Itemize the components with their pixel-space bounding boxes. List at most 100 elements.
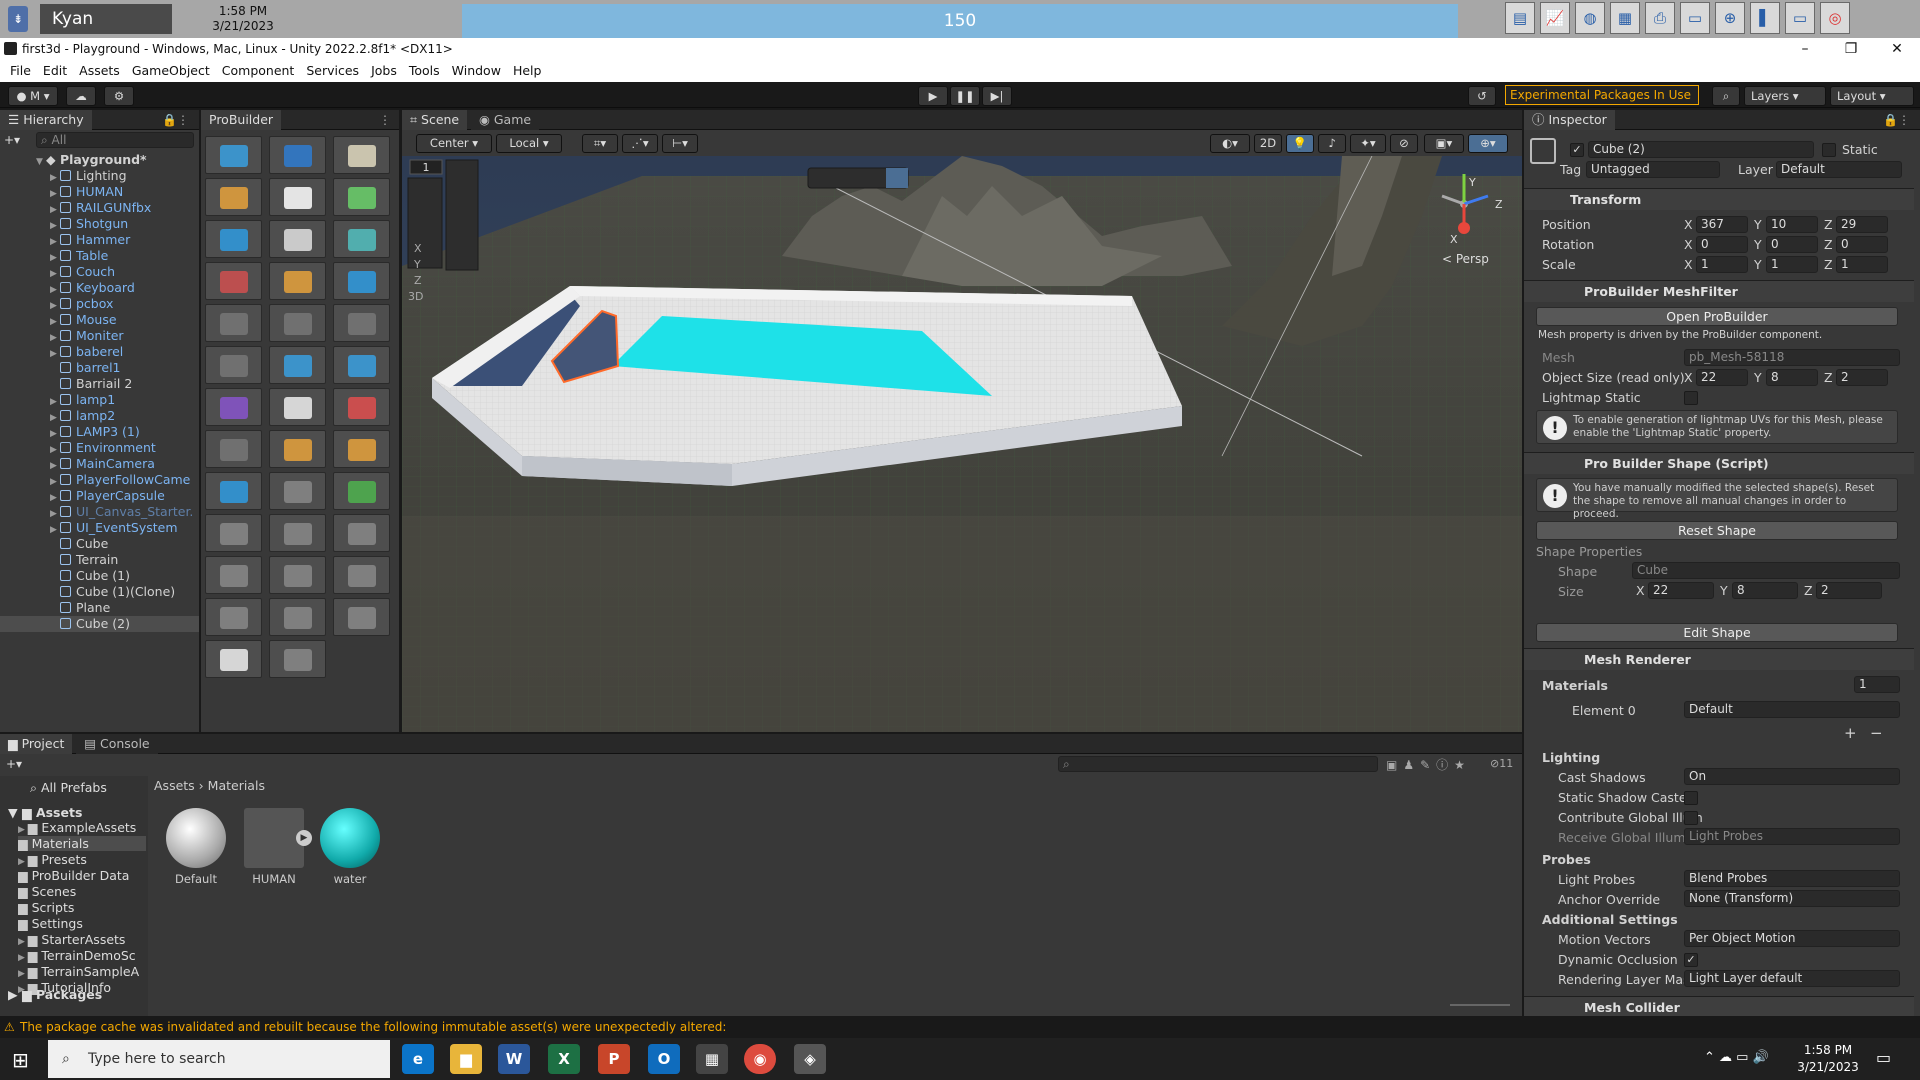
hierarchy-item[interactable]: ▶ pcbox [0,296,199,312]
lighting-section[interactable]: Lighting [1542,750,1600,765]
pause-button[interactable]: ❚❚ [950,86,980,106]
transform-tools[interactable] [446,160,478,270]
material-human-thumbnail[interactable] [244,808,304,868]
shape-header[interactable]: Pro Builder Shape (Script) [1524,452,1914,474]
expand-arrow-icon[interactable]: ▶ [50,282,60,296]
experimental-packages-dropdown[interactable]: Experimental Packages In Use ▾ [1505,85,1699,120]
increment-snap-icon[interactable]: ⋰▾ [622,134,658,153]
effects-toggle-icon[interactable]: ✦▾ [1350,134,1386,153]
window-icon[interactable]: ▭ [1680,2,1710,34]
object-size-y-field[interactable]: 8 [1766,369,1818,386]
rotation-x-field[interactable]: 0 [1696,236,1748,253]
expand-arrow-icon[interactable]: ▶ [18,937,28,947]
expand-arrow-icon[interactable]: ▶ [50,330,60,344]
expand-arrow-icon[interactable]: ▼ [36,154,46,168]
expand-arrow-icon[interactable]: ▶ [50,202,60,216]
favorites-all-prefabs[interactable]: ⌕ All Prefabs [30,780,107,796]
hierarchy-item[interactable]: Barriail 2 [0,376,199,392]
menu-jobs[interactable]: Jobs [365,60,403,82]
word-icon[interactable]: W [498,1044,530,1074]
probuilder-tool-button[interactable] [269,556,326,594]
gizmos-toggle-icon[interactable]: ⊕▾ [1468,134,1508,153]
tag-dropdown[interactable]: Untagged [1586,161,1720,178]
expand-arrow-icon[interactable]: ▶ [18,953,28,963]
search-icon[interactable]: ⌕ [1712,86,1740,106]
abc-icon[interactable]: ▦ [1610,2,1640,34]
hidden-count[interactable]: ⊘11 [1490,757,1513,770]
document-icon[interactable]: ▤ [1505,2,1535,34]
hierarchy-item[interactable]: ▶ baberel [0,344,199,360]
outlook-icon[interactable]: O [648,1044,680,1074]
maximize-button[interactable]: ❐ [1828,38,1874,60]
history-icon[interactable]: ↺ [1468,86,1496,106]
expand-arrow-icon[interactable]: ▶ [50,346,60,360]
audio-toggle-icon[interactable]: ♪ [1318,134,1346,153]
probuilder-tool-button[interactable] [269,640,326,678]
system-tray-icons[interactable]: ⌃ ☁ ▭ 🔊 [1704,1050,1769,1065]
scene-viewport[interactable]: 1 X Y Z 3D < Persp X Z Y [402,156,1522,732]
help-ring-icon[interactable]: ◎ [1820,2,1850,34]
edge-icon[interactable]: e [402,1044,434,1074]
expand-prefab-icon[interactable]: ▶ [296,830,312,846]
probuilder-tool-button[interactable] [205,346,262,384]
expand-arrow-icon[interactable]: ▶ [18,969,28,979]
project-folder[interactable]: ▆ ProBuilder Data [18,868,146,883]
probuilder-tool-button[interactable] [205,514,262,552]
hierarchy-item[interactable]: ▶ UI_EventSystem [0,520,199,536]
hierarchy-item[interactable]: ▶ Mouse [0,312,199,328]
hierarchy-item[interactable]: ▶ lamp2 [0,408,199,424]
expand-arrow-icon[interactable]: ▶ [50,442,60,456]
probuilder-tool-button[interactable] [333,388,390,426]
transform-header[interactable]: Transform [1524,188,1914,210]
hierarchy-item[interactable]: ▶ PlayerCapsule [0,488,199,504]
probuilder-tool-button[interactable] [333,346,390,384]
position-x-field[interactable]: 367 [1696,216,1748,233]
pivot-center-dropdown[interactable]: Center ▾ [416,134,492,153]
tab-probuilder[interactable]: ProBuilder [201,110,282,130]
project-folder[interactable]: ▶ ▆ TerrainDemoSc [18,948,146,963]
add-material-button[interactable]: + [1844,724,1857,742]
chart-icon[interactable]: 📈 [1540,2,1570,34]
app-logo-icon[interactable]: ⇟ [8,6,28,32]
camera-settings-icon[interactable]: ▣▾ [1424,134,1464,153]
menu-file[interactable]: File [4,60,37,82]
remove-material-button[interactable]: − [1870,724,1883,742]
receive-gi-dropdown[interactable]: Light Probes [1684,828,1900,845]
probuilder-tool-button[interactable] [333,262,390,300]
scale-x-field[interactable]: 1 [1696,256,1748,273]
probuilder-tool-button[interactable] [205,556,262,594]
active-checkbox[interactable]: ✓ [1570,143,1584,157]
tab-scene[interactable]: ⌗ Scene [402,110,468,130]
breadcrumb-assets[interactable]: Assets [154,778,195,793]
expand-arrow-icon[interactable]: ▶ [50,250,60,264]
expand-arrow-icon[interactable]: ▶ [50,298,60,312]
collab-icon[interactable]: ⚙ [104,86,134,106]
menu-edit[interactable]: Edit [37,60,73,82]
ruler-icon[interactable]: ⊢▾ [662,134,698,153]
play-button[interactable]: ▶ [918,86,948,106]
hierarchy-item[interactable]: ▶ Couch [0,264,199,280]
probuilder-tool-button[interactable] [269,262,326,300]
hierarchy-item[interactable]: Cube [0,536,199,552]
more-icon[interactable]: ⋮ [379,110,391,130]
materials-label[interactable]: Materials [1542,678,1608,693]
menu-window[interactable]: Window [446,60,507,82]
projection-label[interactable]: < Persp [1442,252,1489,266]
hierarchy-item[interactable]: barrel1 [0,360,199,376]
project-filter-icons[interactable]: ▣♟✎ⓘ★ [1386,756,1471,773]
reset-shape-button[interactable]: Reset Shape [1536,521,1898,540]
hierarchy-item[interactable]: ▶ HUMAN [0,184,199,200]
expand-arrow-icon[interactable]: ▶ [50,234,60,248]
hierarchy-item[interactable]: Cube (1) [0,568,199,584]
probuilder-tool-button[interactable] [269,598,326,636]
open-probuilder-button[interactable]: Open ProBuilder [1536,307,1898,326]
expand-arrow-icon[interactable]: ▶ [50,218,60,232]
tab-console[interactable]: ▤ Console [76,734,158,754]
probuilder-tool-button[interactable] [333,220,390,258]
expand-arrow-icon[interactable]: ▶ [50,170,60,184]
hierarchy-item[interactable]: ▶ Table [0,248,199,264]
probuilder-tool-button[interactable] [205,430,262,468]
project-folder[interactable]: ▶ ▆ TerrainSampleA [18,964,146,979]
rotation-y-field[interactable]: 0 [1766,236,1818,253]
hierarchy-item[interactable]: ▶ Lighting [0,168,199,184]
